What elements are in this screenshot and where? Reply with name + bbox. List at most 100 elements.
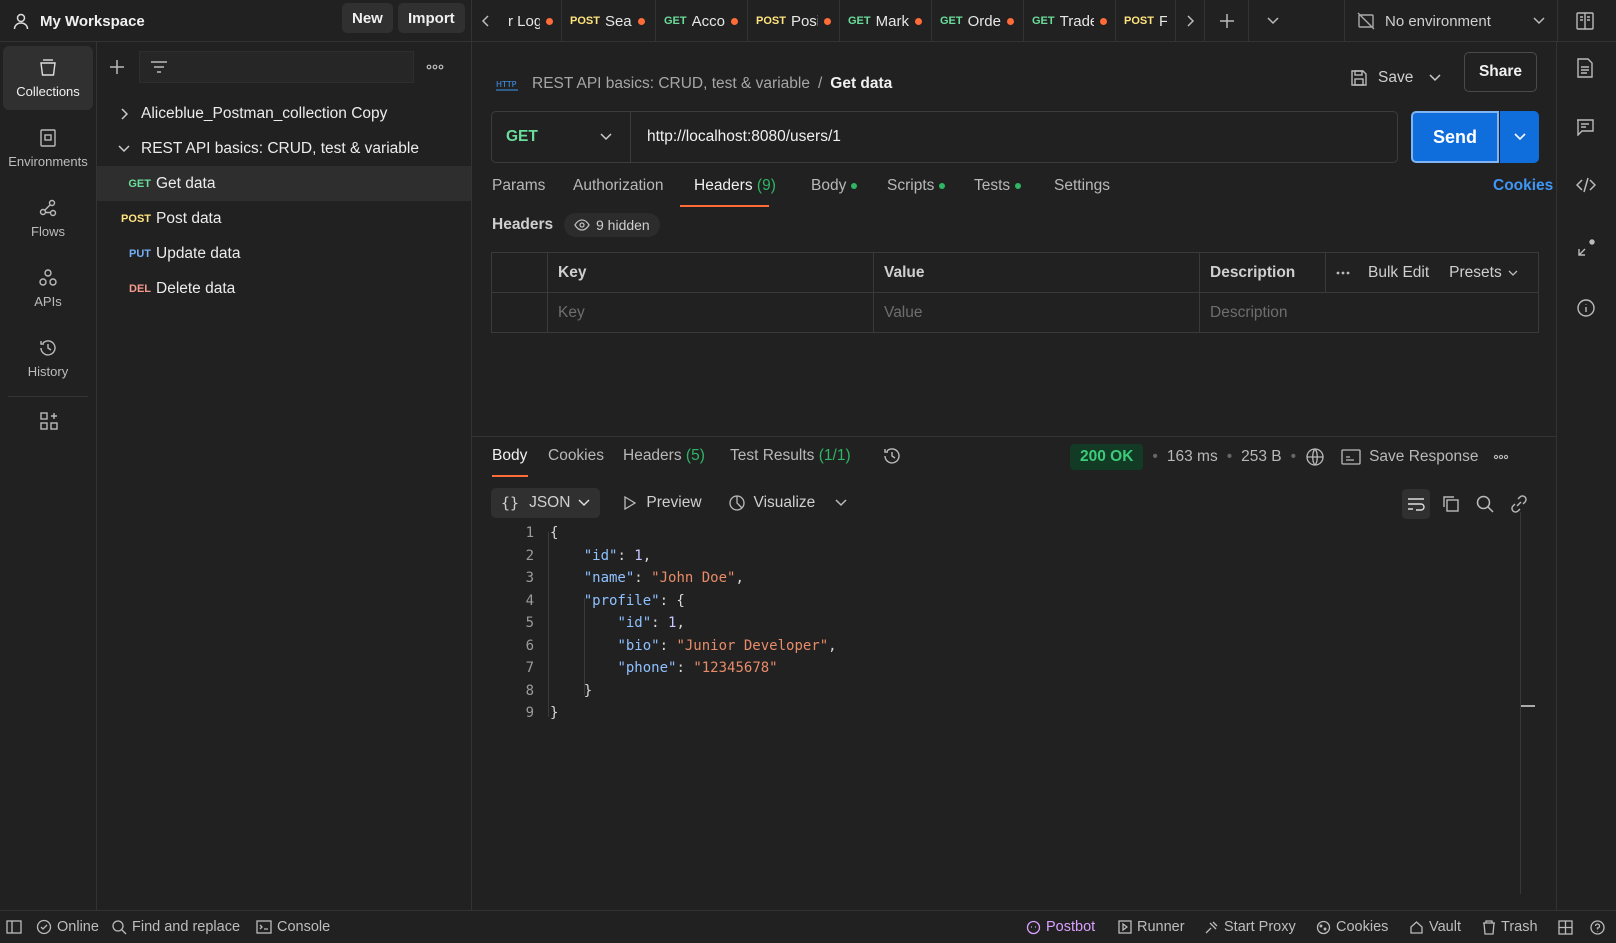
response-tab-test-results[interactable]: Test Results (1/1) bbox=[730, 447, 851, 465]
hidden-headers-toggle[interactable]: 9 hidden bbox=[564, 213, 660, 237]
presets-button[interactable]: Presets bbox=[1449, 264, 1502, 282]
cookies-button[interactable]: Cookies bbox=[1316, 911, 1388, 943]
new-tab-icon[interactable] bbox=[1204, 0, 1248, 42]
response-divider[interactable] bbox=[472, 436, 1556, 437]
import-button[interactable]: Import bbox=[398, 3, 465, 33]
wrap-lines-icon[interactable] bbox=[1402, 489, 1430, 519]
request-item-delete-data[interactable]: DEL Delete data bbox=[97, 271, 471, 306]
link-icon[interactable] bbox=[1510, 495, 1528, 513]
online-status[interactable]: Online bbox=[36, 911, 99, 943]
rail-apis[interactable]: APIs bbox=[3, 256, 93, 320]
value-input[interactable]: Value bbox=[874, 293, 1200, 333]
cookies-link[interactable]: Cookies bbox=[1493, 177, 1553, 195]
history-icon[interactable] bbox=[882, 446, 902, 466]
more-options-icon[interactable] bbox=[1493, 454, 1509, 460]
code-icon[interactable] bbox=[1576, 177, 1596, 193]
postbot-button[interactable]: Postbot bbox=[1026, 911, 1095, 943]
copy-icon[interactable] bbox=[1442, 495, 1460, 513]
related-collections-icon[interactable] bbox=[1576, 238, 1596, 258]
method-select[interactable]: GET bbox=[492, 112, 631, 162]
format-select[interactable]: {} JSON bbox=[491, 488, 601, 518]
key-input[interactable]: Key bbox=[548, 293, 874, 333]
tab-settings[interactable]: Settings bbox=[1054, 177, 1110, 195]
request-tab[interactable]: POST F bbox=[1116, 0, 1176, 42]
save-response-button[interactable]: Save Response bbox=[1369, 448, 1478, 466]
vault-button[interactable]: Vault bbox=[1409, 911, 1461, 943]
new-button[interactable]: New bbox=[342, 3, 393, 33]
response-body-code[interactable]: 1{2 "id": 1, 3 "name": "John Doe", 4 "prof… bbox=[502, 522, 1502, 922]
response-headers-count: (5) bbox=[685, 447, 705, 464]
tabs-menu-icon[interactable] bbox=[1248, 0, 1296, 42]
breadcrumb-separator: / bbox=[817, 75, 823, 92]
info-icon[interactable] bbox=[1576, 298, 1596, 318]
request-tab[interactable]: GET Mark bbox=[840, 0, 932, 42]
chevron-down-icon[interactable] bbox=[835, 499, 847, 507]
send-options-button[interactable] bbox=[1500, 111, 1539, 163]
tab-body[interactable]: Body bbox=[811, 177, 858, 195]
tab-body-label: Body bbox=[811, 177, 847, 194]
description-input[interactable]: Description bbox=[1200, 293, 1538, 333]
request-tab[interactable]: POST Sea bbox=[562, 0, 656, 42]
workspace-overview-icon[interactable] bbox=[1575, 11, 1595, 31]
start-proxy-button[interactable]: Start Proxy bbox=[1204, 911, 1296, 943]
rail-environments[interactable]: Environments bbox=[3, 116, 93, 180]
tab-authorization[interactable]: Authorization bbox=[573, 177, 663, 195]
preview-button[interactable]: Preview bbox=[646, 494, 701, 512]
response-tab-cookies[interactable]: Cookies bbox=[548, 447, 604, 465]
bulk-edit-button[interactable]: Bulk Edit bbox=[1368, 264, 1429, 282]
tab-headers[interactable]: Headers (9) bbox=[694, 177, 776, 195]
search-icon[interactable] bbox=[1476, 495, 1494, 513]
more-options-icon[interactable] bbox=[426, 64, 444, 70]
response-tab-headers[interactable]: Headers (5) bbox=[623, 447, 705, 465]
share-button[interactable]: Share bbox=[1464, 52, 1537, 92]
tabs-scroll-right-icon[interactable] bbox=[1176, 0, 1204, 42]
save-options-chevron-icon[interactable] bbox=[1429, 74, 1441, 82]
tabs-scroll-left-icon[interactable] bbox=[472, 0, 500, 42]
collection-item[interactable]: REST API basics: CRUD, test & variable bbox=[97, 131, 471, 166]
url-input[interactable]: http://localhost:8080/users/1 bbox=[631, 128, 841, 146]
workspace-title[interactable]: My Workspace bbox=[40, 13, 145, 30]
tab-params[interactable]: Params bbox=[492, 177, 545, 195]
find-replace-button[interactable]: Find and replace bbox=[112, 911, 240, 943]
request-tab[interactable]: GET Acco bbox=[656, 0, 748, 42]
rail-flows[interactable]: Flows bbox=[3, 186, 93, 250]
tab-scripts[interactable]: Scripts bbox=[887, 177, 946, 195]
layout-toggle[interactable] bbox=[1558, 911, 1578, 943]
filter-input[interactable] bbox=[139, 51, 414, 83]
environment-selector[interactable]: No environment bbox=[1344, 0, 1558, 42]
toggle-sidebar-button[interactable] bbox=[6, 911, 27, 943]
request-tab[interactable]: r Log bbox=[500, 0, 562, 42]
documentation-icon[interactable] bbox=[1576, 58, 1594, 78]
request-item-update-data[interactable]: PUT Update data bbox=[97, 236, 471, 271]
rail-collections[interactable]: Collections bbox=[3, 46, 93, 110]
runner-button[interactable]: Runner bbox=[1118, 911, 1185, 943]
save-button[interactable]: Save bbox=[1350, 58, 1441, 98]
send-button[interactable]: Send bbox=[1411, 111, 1499, 163]
help-button[interactable] bbox=[1590, 911, 1610, 943]
collection-item[interactable]: Aliceblue_Postman_collection Copy bbox=[97, 96, 471, 131]
configure-sidebar-icon[interactable] bbox=[0, 411, 97, 431]
status-dot bbox=[1015, 182, 1022, 189]
request-tab[interactable]: POST Posi bbox=[748, 0, 840, 42]
breadcrumb-collection[interactable]: REST API basics: CRUD, test & variable bbox=[532, 75, 810, 93]
comments-icon[interactable] bbox=[1576, 118, 1594, 136]
add-icon[interactable] bbox=[109, 59, 125, 75]
request-tab[interactable]: GET Trade bbox=[1024, 0, 1116, 42]
rail-history[interactable]: History bbox=[3, 326, 93, 390]
trash-button[interactable]: Trash bbox=[1482, 911, 1538, 943]
tab-tests[interactable]: Tests bbox=[974, 177, 1022, 195]
scrollbar-track[interactable] bbox=[1520, 512, 1521, 894]
globe-icon[interactable] bbox=[1305, 447, 1325, 467]
status-badge[interactable]: 200 OK bbox=[1070, 444, 1144, 470]
visualize-button[interactable]: Visualize bbox=[754, 494, 816, 512]
request-item-post-data[interactable]: POST Post data bbox=[97, 201, 471, 236]
response-time[interactable]: 163 ms bbox=[1167, 448, 1218, 466]
request-title[interactable]: Get data bbox=[830, 75, 892, 93]
response-tab-body[interactable]: Body bbox=[492, 447, 527, 465]
console-button[interactable]: Console bbox=[256, 911, 330, 943]
response-size[interactable]: 253 B bbox=[1241, 448, 1282, 466]
request-item-get-data[interactable]: GET Get data bbox=[97, 166, 471, 201]
more-options-icon[interactable] bbox=[1336, 271, 1350, 275]
scrollbar-thumb[interactable] bbox=[1521, 705, 1535, 707]
request-tab[interactable]: GET Orde bbox=[932, 0, 1024, 42]
